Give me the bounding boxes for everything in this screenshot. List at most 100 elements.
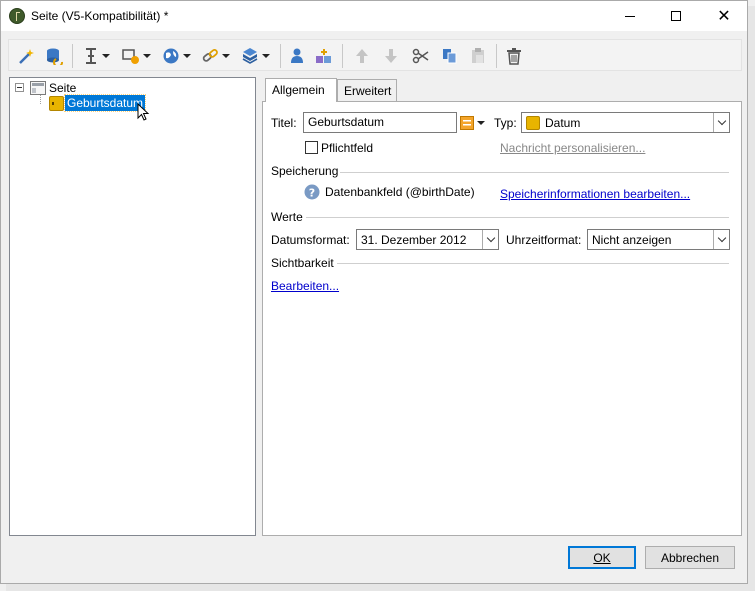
page-icon	[30, 81, 46, 95]
copy-button[interactable]	[441, 45, 459, 67]
toolbar-separator	[342, 44, 343, 68]
globe-icon	[163, 48, 179, 64]
chevron-down-icon	[102, 54, 110, 58]
ok-button-label: OK	[593, 550, 611, 565]
type-select-value: Datum	[545, 116, 581, 130]
copy-icon	[443, 49, 457, 64]
collapse-icon[interactable]	[15, 83, 24, 92]
date-format-value: 31. Dezember 2012	[361, 233, 467, 247]
date-format-select[interactable]: 31. Dezember 2012	[356, 229, 499, 250]
tab-advanced[interactable]: Erweitert	[337, 79, 397, 102]
personalize-button[interactable]	[460, 116, 485, 130]
window-shadow-bottom	[6, 584, 755, 591]
cut-icon	[412, 48, 429, 64]
edit-visibility-link[interactable]: Bearbeiten...	[271, 279, 339, 293]
structure-tree[interactable]: Seite Geburtsdatum	[9, 77, 256, 536]
date-field-icon	[49, 96, 64, 111]
title-input[interactable]: Geburtsdatum	[303, 112, 457, 133]
user-icon	[291, 48, 303, 63]
tree-node-page[interactable]: Seite	[49, 81, 76, 95]
add-shapes-button[interactable]	[315, 45, 333, 67]
toolbar-separator	[496, 44, 497, 68]
help-icon: ?	[304, 184, 320, 200]
wand-icon	[19, 49, 34, 64]
close-icon: ✕	[717, 6, 731, 25]
toolbar-separator	[280, 44, 281, 68]
section-divider	[337, 263, 729, 264]
svg-text:?: ?	[309, 187, 315, 200]
section-divider	[306, 217, 729, 218]
chevron-down-icon	[717, 233, 726, 243]
time-format-dropdown[interactable]	[713, 230, 729, 249]
globe-button[interactable]	[162, 45, 191, 67]
ok-button[interactable]: OK	[568, 546, 636, 569]
app-icon	[9, 8, 25, 24]
cancel-button[interactable]: Abbrechen	[645, 546, 735, 569]
link-button[interactable]	[201, 45, 230, 67]
tab-general[interactable]: Allgemein	[265, 78, 337, 102]
time-format-select[interactable]: Nicht anzeigen	[587, 229, 730, 250]
db-field-text: Datenbankfeld (@birthDate)	[325, 185, 475, 199]
dialog-window: Seite (V5-Kompatibilität) * ✕ Seite Gebu…	[0, 0, 748, 584]
database-button[interactable]	[45, 45, 63, 67]
time-format-value: Nicht anzeigen	[592, 233, 672, 247]
maximize-icon	[671, 11, 681, 21]
input-field-button[interactable]	[122, 45, 151, 67]
text-cursor-button[interactable]	[83, 45, 110, 67]
move-down-button[interactable]	[383, 45, 399, 67]
chevron-down-icon	[143, 54, 151, 58]
type-label: Typ:	[494, 116, 517, 130]
add-shapes-icon	[316, 49, 331, 63]
chevron-down-icon	[183, 54, 191, 58]
text-cursor-icon	[86, 48, 96, 64]
title-label: Titel:	[271, 116, 297, 130]
delete-button[interactable]	[506, 45, 522, 67]
time-format-label: Uhrzeitformat:	[506, 233, 582, 247]
date-type-icon	[526, 116, 540, 130]
required-label: Pflichtfeld	[321, 141, 374, 155]
chevron-down-icon	[717, 116, 726, 126]
section-divider	[340, 172, 729, 173]
paste-icon	[472, 48, 484, 63]
minimize-icon	[625, 15, 635, 17]
minimize-button[interactable]	[607, 1, 653, 31]
cube-button[interactable]	[241, 45, 270, 67]
chevron-down-icon	[477, 121, 485, 125]
link-icon	[202, 49, 218, 62]
type-select-dropdown[interactable]	[713, 113, 729, 132]
maximize-button[interactable]	[653, 1, 699, 31]
mouse-cursor-icon	[137, 103, 150, 121]
visibility-section-title: Sichtbarkeit	[271, 256, 334, 270]
values-section-title: Werte	[271, 210, 303, 224]
required-checkbox[interactable]	[305, 141, 318, 154]
type-select[interactable]: Datum	[521, 112, 730, 133]
cube-icon	[242, 48, 258, 64]
edit-storage-link[interactable]: Speicherinformationen bearbeiten...	[500, 187, 690, 201]
chevron-down-icon	[486, 233, 495, 243]
chevron-down-icon	[262, 54, 270, 58]
chevron-down-icon	[222, 54, 230, 58]
toolbar-separator	[72, 44, 73, 68]
date-format-label: Datumsformat:	[271, 233, 350, 247]
tree-node-birthdate[interactable]: Geburtsdatum	[63, 94, 147, 112]
toolbar	[8, 39, 742, 71]
arrow-down-icon	[385, 49, 397, 63]
user-button[interactable]	[289, 45, 305, 67]
move-up-button[interactable]	[354, 45, 370, 67]
input-field-icon	[122, 49, 139, 64]
database-icon	[47, 48, 63, 65]
paste-button[interactable]	[470, 45, 486, 67]
wand-button[interactable]	[17, 45, 35, 67]
window-title: Seite (V5-Kompatibilität) *	[31, 9, 169, 23]
arrow-up-icon	[356, 49, 368, 63]
cut-button[interactable]	[412, 45, 430, 67]
personalize-message-link[interactable]: Nachricht personalisieren...	[500, 141, 645, 155]
cancel-button-label: Abbrechen	[660, 550, 720, 565]
storage-section-title: Speicherung	[271, 164, 339, 178]
personalize-icon	[460, 116, 474, 130]
tree-connector	[40, 95, 41, 104]
window-shadow-right	[748, 6, 755, 591]
close-button[interactable]: ✕	[701, 1, 747, 31]
title-bar: Seite (V5-Kompatibilität) * ✕	[1, 1, 747, 31]
date-format-dropdown[interactable]	[482, 230, 498, 249]
